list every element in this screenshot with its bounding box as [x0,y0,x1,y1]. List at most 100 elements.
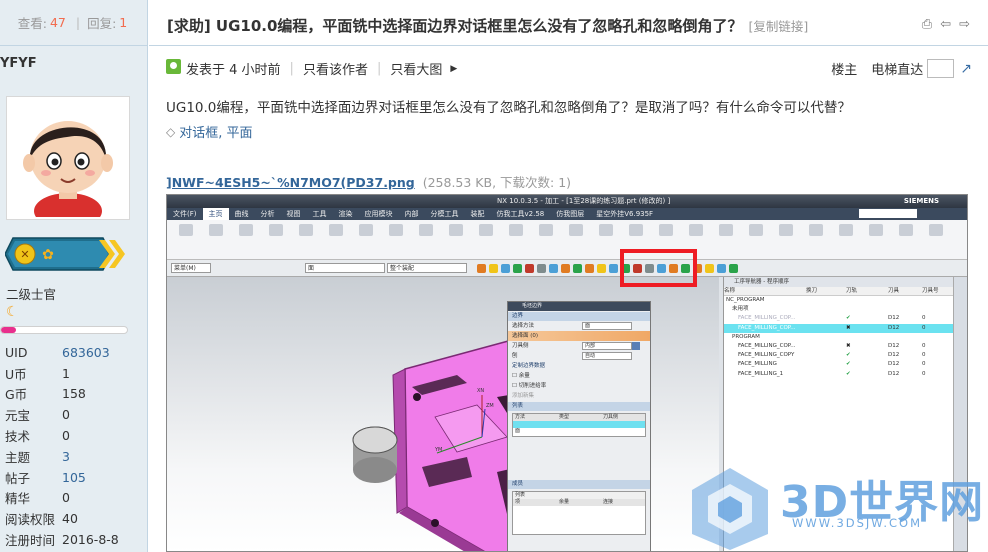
attachment-link[interactable]: ]NWF~4ESH5~`%N7MO7(PD37.png [166,175,415,190]
operation-name: FACE_MILLING_COP... [738,342,796,349]
only-author-link[interactable]: 只看该作者 [303,59,368,78]
nx-ribbon-command-icon [833,224,859,250]
dialog-title: 毛坯边界 [508,302,650,311]
tool-number: 0 [922,342,926,349]
plane-combo: 自动 [582,352,632,360]
navigator-row: FACE_MILLING ✔ D12 0 [724,360,955,369]
nx-assembly-filter: 整个装配 [387,263,467,273]
profile-value[interactable]: 105 [62,470,86,485]
profile-value: 2016-8-8 [62,532,119,548]
list-column-header: 类型 [559,414,570,420]
svg-text:YM: YM [434,447,442,453]
select-method-combo: 面 [582,322,632,330]
tool-name: D12 [888,361,900,368]
nx-ribbon-command-icon [383,224,409,250]
tool-number [922,305,952,314]
profile-row: 精华 0 [5,488,145,509]
print-icon[interactable]: ⎙ [922,17,932,32]
profile-row: 主题 3 [5,446,145,467]
tool-number: 0 [922,352,926,359]
tool-name: D12 [888,342,900,349]
next-thread-icon[interactable]: ⇨ [959,17,970,32]
author-name[interactable]: YFYF [0,56,37,71]
profile-value: 1 [62,365,70,381]
nx-toolbar-icon [573,264,582,273]
avatar[interactable] [6,96,130,229]
level-progress-fill [1,327,17,333]
profile-row: 技术 0 [5,425,145,446]
toolpath-status-icon [846,305,888,314]
tag-links[interactable]: 对话框, 平面 [179,122,252,141]
boundary-list: 方法 类型 刀具侧 面 [512,413,646,437]
jump-arrow-icon[interactable]: ↗ [960,61,972,77]
nx-toolbar-icon [717,264,726,273]
nx-ribbon-command-icon [533,224,559,250]
elevator-label: 电梯直达 [871,63,924,78]
nx-tab: 仿我图层 [556,210,585,218]
nx-ribbon-command-icon [323,224,349,250]
nx-ribbon-command-icon [563,224,589,250]
nx-ribbon-command-icon [923,224,949,250]
navigator-column-header: 名称 [724,288,736,294]
tool-name: D12 [888,370,900,377]
toolpath-status-icon [846,296,888,305]
navigator-row: FACE_MILLING_COP... ✖ D12 0 [724,342,955,351]
triangle-right-icon[interactable]: ▶ [450,64,457,74]
nx-ribbon-command-icon [743,224,769,250]
navigator-column-header: 换刀 [806,288,818,294]
member-column-header: 余量 [559,499,570,505]
toolpath-status-icon: ✔ [846,315,851,322]
operation-name: NC_PROGRAM [726,297,765,303]
custom-boundary-row: 定制边界数据 [512,363,546,369]
navigator-column-header: 刀具号 [922,288,939,294]
member-column-header: 连接 [603,499,614,505]
svg-text:✕: ✕ [20,248,29,261]
profile-key: 精华 [5,491,31,507]
list-column-header: 刀具侧 [603,414,619,420]
tool-side-row: 刀具侧 内部 [508,341,650,351]
svg-text:XN: XN [477,388,484,394]
profile-value[interactable]: 683603 [62,345,110,360]
dialog-section-boundary: 边界 [508,312,650,321]
nx-ribbon-command-icon [263,224,289,250]
tool-name [888,305,922,314]
tag-icon: ◇ [166,124,176,139]
nx-ribbon-command-icon [503,224,529,250]
list-column-header: 方法 [515,414,526,420]
profile-value[interactable]: 3 [62,449,70,464]
nx-ribbon-command-icon [233,224,259,250]
nx-window-title: NX 10.0.3.5 - 加工 - [1至28课的练习题.prt (修改的) … [167,195,967,208]
prev-thread-icon[interactable]: ⇦ [940,17,951,32]
tool-number: 0 [922,370,926,377]
profile-key: 技术 [5,429,31,445]
views-count: 47 [49,15,66,30]
attachment-info: (258.53 KB, 下载次数: 1) [422,175,572,190]
nx-toolbar-icon [489,264,498,273]
dialog-section-member: 成员 [508,480,650,489]
add-new-set-row: 添加新集 [512,393,535,399]
cut-feed-check: ☐ 切削进给率 [512,383,547,389]
nx-toolbar-icon [537,264,546,273]
navigator-row: NC_PROGRAM [724,296,955,305]
only-big-images-link[interactable]: 只看大图 [390,59,442,78]
operation-name: FACE_MILLING_COPY [738,352,795,359]
copy-link[interactable]: [复制链接] [748,19,808,34]
tool-number: 0 [922,315,926,322]
profile-key: 主题 [5,449,31,465]
toolpath-status-icon: ✔ [846,370,851,377]
profile-row: 阅读权限 40 [5,508,145,529]
attachment: ]NWF~4ESH5~`%N7MO7(PD37.png (258.53 KB, … [166,172,571,191]
post-body: UG10.0编程，平面铣中选择面边界对话框里怎么没有了忽略孔和忽略倒角了？是取消… [166,100,851,116]
dropdown-arrow-icon [632,342,640,350]
replies-label: 回复: [87,16,117,31]
toolpath-status-icon [846,333,888,342]
profile-key: G币 [5,387,28,403]
user-group[interactable]: 二级士官 [6,284,56,303]
navigator-row: FACE_MILLING_COP... ✖ D12 0 [724,323,955,333]
profile-key: UID [5,344,28,360]
nx-ribbon-command-icon [593,224,619,250]
navigator-column-header: 刀轨 [846,288,858,294]
profile-key: 阅读权限 [5,512,56,528]
allowance-check: ☐ 余量 [512,373,530,379]
floor-jump-input[interactable] [927,59,955,78]
